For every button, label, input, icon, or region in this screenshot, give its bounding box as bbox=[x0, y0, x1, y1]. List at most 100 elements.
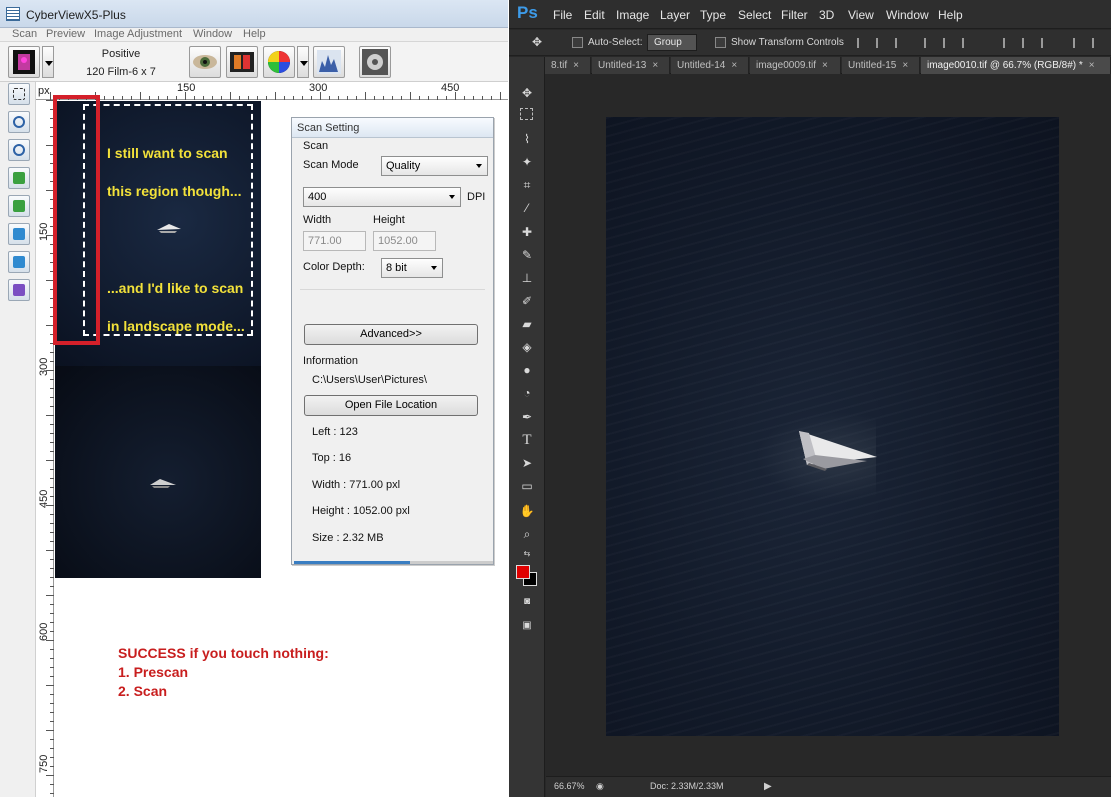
pen-tool[interactable]: ✒ bbox=[519, 409, 535, 425]
reset-tool[interactable] bbox=[8, 279, 30, 301]
move-tool-icon[interactable]: ✥ bbox=[532, 35, 542, 49]
zoom-out-tool[interactable] bbox=[8, 139, 30, 161]
type-tool[interactable]: T bbox=[519, 432, 535, 448]
tab-8-tif[interactable]: 8.tif × bbox=[545, 57, 591, 74]
auto-select-group-select[interactable]: Group bbox=[647, 34, 697, 51]
ruler-tick bbox=[50, 406, 54, 407]
flip-vertical-tool[interactable] bbox=[8, 251, 30, 273]
flip-horizontal-tool[interactable] bbox=[8, 223, 30, 245]
rotate-left-tool[interactable] bbox=[8, 167, 30, 189]
ps-menu-filter[interactable]: Filter bbox=[781, 8, 808, 22]
width-field[interactable]: 771.00 bbox=[303, 231, 366, 251]
menu-preview[interactable]: Preview bbox=[46, 28, 85, 40]
height-field[interactable]: 1052.00 bbox=[373, 231, 436, 251]
color-depth-select[interactable]: 8 bit bbox=[381, 258, 443, 278]
screen-mode-icon[interactable]: ▣ bbox=[519, 618, 535, 634]
close-icon[interactable]: × bbox=[1089, 60, 1095, 71]
distribute-center-icon[interactable] bbox=[1092, 38, 1104, 48]
menu-help[interactable]: Help bbox=[243, 28, 266, 40]
marquee-tool[interactable] bbox=[8, 83, 30, 105]
dodge-tool[interactable]: ◔ bbox=[519, 385, 535, 401]
eyedropper-tool[interactable]: ⁄ bbox=[519, 200, 535, 216]
distribute-middle-icon[interactable] bbox=[1022, 38, 1034, 48]
ps-menu-help[interactable]: Help bbox=[938, 8, 963, 22]
foreground-color-swatch[interactable] bbox=[516, 565, 530, 579]
color-button[interactable] bbox=[263, 46, 295, 78]
ps-menu-3d[interactable]: 3D bbox=[819, 8, 834, 22]
ps-menu-image[interactable]: Image bbox=[616, 8, 649, 22]
distribute-top-icon[interactable] bbox=[1003, 38, 1015, 48]
path-selection-tool[interactable]: ➤ bbox=[519, 455, 535, 471]
ruler-tick bbox=[50, 433, 54, 434]
dpi-select[interactable]: 400 bbox=[303, 187, 461, 207]
tab-image0010-active[interactable]: image0010.tif @ 66.7% (RGB/8#) * × bbox=[921, 57, 1111, 74]
tab-untitled-15[interactable]: Untitled-15 × bbox=[842, 57, 920, 74]
healing-brush-tool[interactable]: ✚ bbox=[519, 224, 535, 240]
close-icon[interactable]: × bbox=[822, 60, 828, 71]
brush-tool[interactable]: ✎ bbox=[519, 247, 535, 263]
zoom-tool[interactable]: ⌕ bbox=[519, 526, 535, 542]
ps-menu-layer[interactable]: Layer bbox=[660, 8, 690, 22]
tab-image0009[interactable]: image0009.tif × bbox=[750, 57, 841, 74]
align-top-icon[interactable] bbox=[924, 38, 936, 48]
scan-mode-select[interactable]: Quality bbox=[381, 156, 488, 176]
film-type-button[interactable] bbox=[8, 46, 40, 78]
prescan-button[interactable] bbox=[189, 46, 221, 78]
status-menu-arrow-icon[interactable]: ▶ bbox=[764, 781, 772, 792]
tab-untitled-13[interactable]: Untitled-13 × bbox=[592, 57, 670, 74]
crop-tool[interactable]: ⌗ bbox=[519, 177, 535, 193]
align-center-icon[interactable] bbox=[876, 38, 888, 48]
history-brush-tool[interactable]: ✐ bbox=[519, 293, 535, 309]
ps-menu-window[interactable]: Window bbox=[886, 8, 929, 22]
ruler-tick bbox=[50, 541, 54, 542]
ruler-tick bbox=[50, 388, 54, 389]
swap-colors-icon[interactable]: ⇆ bbox=[519, 546, 535, 562]
color-dropdown[interactable] bbox=[297, 46, 309, 78]
menu-scan[interactable]: Scan bbox=[12, 28, 37, 40]
quick-mask-icon[interactable]: ◙ bbox=[519, 594, 535, 610]
tab-untitled-14[interactable]: Untitled-14 × bbox=[671, 57, 749, 74]
status-info-icon[interactable]: ◉ bbox=[596, 781, 604, 792]
film-type-dropdown[interactable] bbox=[42, 46, 54, 78]
close-icon[interactable]: × bbox=[573, 60, 579, 71]
preview-frame-2 bbox=[55, 366, 261, 578]
clone-stamp-tool[interactable]: ⊥ bbox=[519, 270, 535, 286]
lasso-tool[interactable]: ⌇ bbox=[519, 131, 535, 147]
histogram-button[interactable] bbox=[313, 46, 345, 78]
distribute-bottom-icon[interactable] bbox=[1041, 38, 1053, 48]
magic-wand-tool[interactable]: ✦ bbox=[519, 154, 535, 170]
ps-menu-file[interactable]: File bbox=[553, 8, 572, 22]
blur-tool[interactable]: ● bbox=[519, 362, 535, 378]
distribute-left-icon[interactable] bbox=[1073, 38, 1085, 48]
ps-menu-select[interactable]: Select bbox=[738, 8, 771, 22]
close-icon[interactable]: × bbox=[902, 60, 908, 71]
menu-window[interactable]: Window bbox=[193, 28, 232, 40]
paint-bucket-tool[interactable]: ◈ bbox=[519, 339, 535, 355]
rectangle-tool[interactable]: ▭ bbox=[519, 478, 535, 494]
scan-button[interactable] bbox=[226, 46, 258, 78]
align-middle-icon[interactable] bbox=[943, 38, 955, 48]
rotate-right-tool[interactable] bbox=[8, 195, 30, 217]
settings-button[interactable] bbox=[359, 46, 391, 78]
rectangular-marquee-tool[interactable] bbox=[520, 108, 533, 120]
eraser-tool[interactable]: ▰ bbox=[519, 316, 535, 332]
ps-menu-edit[interactable]: Edit bbox=[584, 8, 605, 22]
open-file-location-button[interactable]: Open File Location bbox=[304, 395, 478, 416]
show-transform-checkbox[interactable] bbox=[715, 37, 726, 48]
menu-image-adjustment[interactable]: Image Adjustment bbox=[94, 28, 182, 40]
hand-tool[interactable]: ✋ bbox=[519, 503, 535, 519]
zoom-level[interactable]: 66.67% bbox=[554, 781, 585, 791]
advanced-button[interactable]: Advanced>> bbox=[304, 324, 478, 345]
align-right-icon[interactable] bbox=[895, 38, 907, 48]
ps-menu-type[interactable]: Type bbox=[700, 8, 726, 22]
move-tool[interactable]: ✥ bbox=[519, 85, 535, 101]
zoom-in-tool[interactable] bbox=[8, 111, 30, 133]
align-left-icon[interactable] bbox=[857, 38, 869, 48]
ps-menu-view[interactable]: View bbox=[848, 8, 874, 22]
close-icon[interactable]: × bbox=[731, 60, 737, 71]
ruler-tick bbox=[46, 370, 54, 371]
auto-select-checkbox[interactable] bbox=[572, 37, 583, 48]
photoshop-status-bar: 66.67% ◉ Doc: 2.33M/2.33M ▶ bbox=[546, 776, 1111, 797]
close-icon[interactable]: × bbox=[652, 60, 658, 71]
align-bottom-icon[interactable] bbox=[962, 38, 974, 48]
